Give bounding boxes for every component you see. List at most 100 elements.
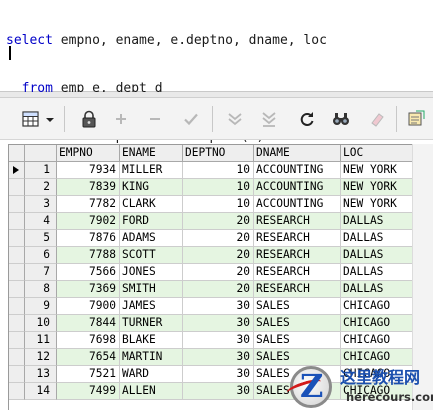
cell-dname[interactable]: ACCOUNTING (254, 162, 341, 179)
table-row[interactable]: 1 7934 MILLER 10 ACCOUNTING NEW YORK (9, 162, 412, 179)
cell-empno[interactable]: 7902 (57, 213, 120, 230)
fetch-next-icon[interactable] (224, 108, 246, 130)
cell-loc[interactable]: NEW YORK (341, 162, 412, 179)
cell-ename[interactable]: FORD (120, 213, 183, 230)
row-indicator-cell[interactable] (9, 281, 25, 298)
cell-loc[interactable]: CHICAGO (341, 298, 412, 315)
sql-editor[interactable]: select empno, ename, e.deptno, dname, lo… (0, 0, 433, 144)
cell-deptno[interactable]: 30 (183, 383, 254, 400)
cell-dname[interactable]: SALES (254, 332, 341, 349)
cell-empno[interactable]: 7369 (57, 281, 120, 298)
cell-loc[interactable]: CHICAGO (341, 315, 412, 332)
column-header-empno[interactable]: EMPNO (57, 145, 120, 162)
cell-dname[interactable]: ACCOUNTING (254, 196, 341, 213)
cell-deptno[interactable]: 10 (183, 179, 254, 196)
post-edit-icon[interactable] (180, 108, 202, 130)
table-row[interactable]: 2 7839 KING 10 ACCOUNTING NEW YORK (9, 179, 412, 196)
cell-deptno[interactable]: 20 (183, 230, 254, 247)
column-header-ename[interactable]: ENAME (120, 145, 183, 162)
table-row[interactable]: 4 7902 FORD 20 RESEARCH DALLAS (9, 213, 412, 230)
cell-loc[interactable]: DALLAS (341, 213, 412, 230)
cell-dname[interactable]: ACCOUNTING (254, 179, 341, 196)
cell-deptno[interactable]: 10 (183, 196, 254, 213)
cell-deptno[interactable]: 30 (183, 349, 254, 366)
cell-deptno[interactable]: 20 (183, 247, 254, 264)
cell-ename[interactable]: TURNER (120, 315, 183, 332)
cell-loc[interactable]: NEW YORK (341, 196, 412, 213)
cell-empno[interactable]: 7934 (57, 162, 120, 179)
cell-ename[interactable]: ALLEN (120, 383, 183, 400)
column-header-loc[interactable]: LOC (341, 145, 412, 162)
cell-ename[interactable]: SMITH (120, 281, 183, 298)
cell-deptno[interactable]: 20 (183, 264, 254, 281)
row-indicator-cell[interactable] (9, 264, 25, 281)
row-indicator-cell[interactable] (9, 230, 25, 247)
cell-empno[interactable]: 7499 (57, 383, 120, 400)
cell-empno[interactable]: 7839 (57, 179, 120, 196)
cell-empno[interactable]: 7698 (57, 332, 120, 349)
cell-loc[interactable]: CHICAGO (341, 332, 412, 349)
cell-dname[interactable]: RESEARCH (254, 264, 341, 281)
row-indicator-cell[interactable] (9, 383, 25, 400)
cell-deptno[interactable]: 30 (183, 366, 254, 383)
row-indicator-cell[interactable] (9, 332, 25, 349)
row-indicator-cell[interactable] (9, 179, 25, 196)
cell-dname[interactable]: RESEARCH (254, 247, 341, 264)
row-indicator-cell[interactable] (9, 213, 25, 230)
table-row[interactable]: 8 7369 SMITH 20 RESEARCH DALLAS (9, 281, 412, 298)
table-row[interactable]: 3 7782 CLARK 10 ACCOUNTING NEW YORK (9, 196, 412, 213)
row-indicator-cell[interactable] (9, 298, 25, 315)
table-row[interactable]: 11 7698 BLAKE 30 SALES CHICAGO (9, 332, 412, 349)
column-header-deptno[interactable]: DEPTNO (183, 145, 254, 162)
cell-empno[interactable]: 7782 (57, 196, 120, 213)
cell-ename[interactable]: MILLER (120, 162, 183, 179)
refresh-icon[interactable] (296, 108, 318, 130)
cell-dname[interactable]: RESEARCH (254, 213, 341, 230)
cell-empno[interactable]: 7900 (57, 298, 120, 315)
row-indicator-cell[interactable] (9, 196, 25, 213)
cell-empno[interactable]: 7788 (57, 247, 120, 264)
find-icon[interactable] (330, 108, 352, 130)
table-row[interactable]: 10 7844 TURNER 30 SALES CHICAGO (9, 315, 412, 332)
row-indicator-cell[interactable] (9, 315, 25, 332)
cell-ename[interactable]: BLAKE (120, 332, 183, 349)
cell-ename[interactable]: MARTIN (120, 349, 183, 366)
lock-icon[interactable] (78, 108, 100, 130)
export-icon[interactable] (405, 108, 427, 130)
cell-dname[interactable]: SALES (254, 298, 341, 315)
cell-empno[interactable]: 7566 (57, 264, 120, 281)
delete-record-icon[interactable] (144, 108, 166, 130)
cell-deptno[interactable]: 30 (183, 332, 254, 349)
table-row[interactable]: 7 7566 JONES 20 RESEARCH DALLAS (9, 264, 412, 281)
cell-empno[interactable]: 7654 (57, 349, 120, 366)
cell-loc[interactable]: NEW YORK (341, 179, 412, 196)
table-row[interactable]: 5 7876 ADAMS 20 RESEARCH DALLAS (9, 230, 412, 247)
dropdown-arrow-icon[interactable] (44, 108, 56, 130)
cell-ename[interactable]: WARD (120, 366, 183, 383)
cell-deptno[interactable]: 20 (183, 281, 254, 298)
cell-empno[interactable]: 7521 (57, 366, 120, 383)
row-indicator-cell[interactable] (9, 162, 25, 179)
cell-deptno[interactable]: 30 (183, 315, 254, 332)
row-indicator-cell[interactable] (9, 366, 25, 383)
cell-deptno[interactable]: 30 (183, 298, 254, 315)
fetch-all-icon[interactable] (258, 108, 280, 130)
grid-view-icon[interactable] (20, 108, 42, 130)
column-header-dname[interactable]: DNAME (254, 145, 341, 162)
cell-ename[interactable]: JAMES (120, 298, 183, 315)
clear-icon[interactable] (366, 108, 388, 130)
cell-loc[interactable]: DALLAS (341, 264, 412, 281)
cell-ename[interactable]: KING (120, 179, 183, 196)
cell-dname[interactable]: SALES (254, 315, 341, 332)
cell-loc[interactable]: DALLAS (341, 281, 412, 298)
table-row[interactable]: 9 7900 JAMES 30 SALES CHICAGO (9, 298, 412, 315)
cell-dname[interactable]: RESEARCH (254, 281, 341, 298)
cell-loc[interactable]: DALLAS (341, 230, 412, 247)
cell-deptno[interactable]: 10 (183, 162, 254, 179)
cell-empno[interactable]: 7844 (57, 315, 120, 332)
cell-empno[interactable]: 7876 (57, 230, 120, 247)
cell-ename[interactable]: ADAMS (120, 230, 183, 247)
add-record-icon[interactable] (110, 108, 132, 130)
table-row[interactable]: 6 7788 SCOTT 20 RESEARCH DALLAS (9, 247, 412, 264)
row-indicator-cell[interactable] (9, 349, 25, 366)
